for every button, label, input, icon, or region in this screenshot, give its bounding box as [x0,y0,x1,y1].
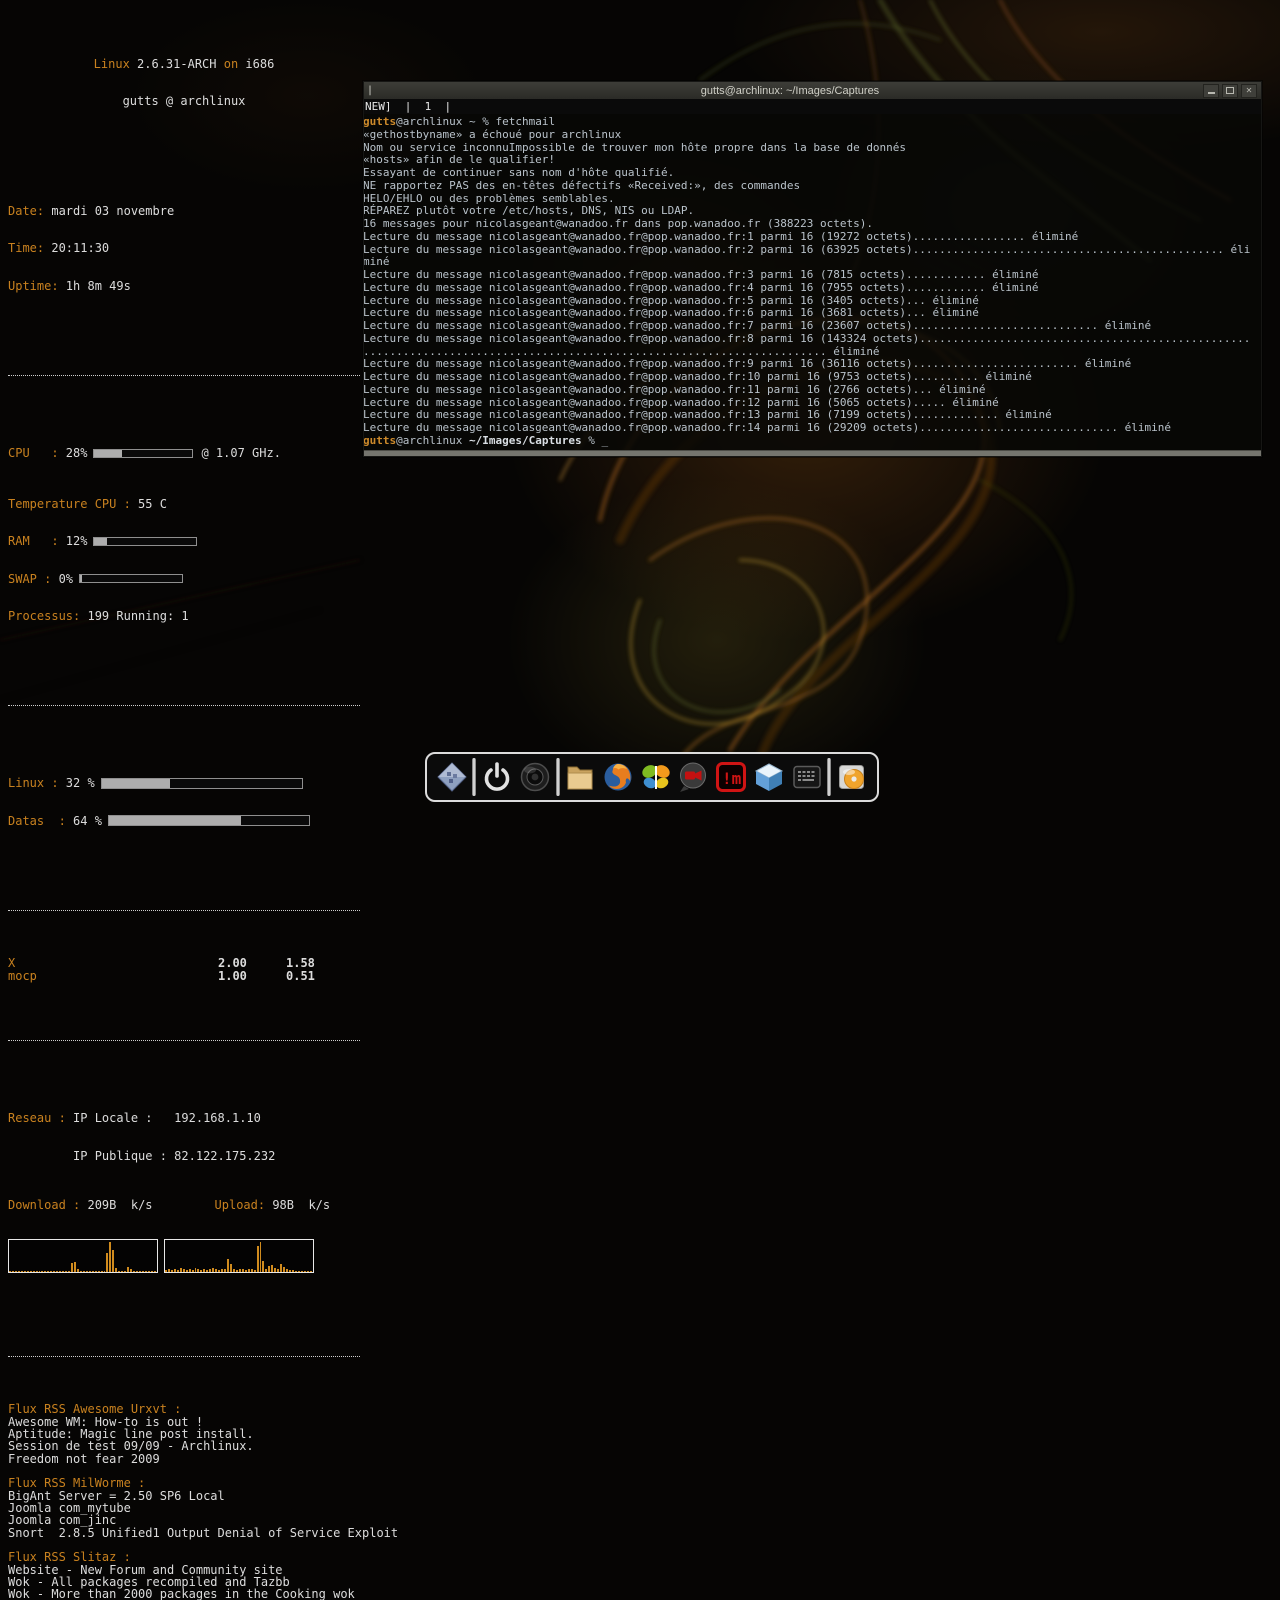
download-graph [8,1239,158,1273]
power-icon[interactable] [480,760,514,794]
cpu-bar [93,449,193,458]
terminal-window[interactable]: | gutts@archlinux: ~/Images/Captures ✕ N… [363,81,1262,457]
keyboard-terminal-icon[interactable] [790,760,824,794]
minimize-button[interactable] [1203,84,1219,98]
dock-separator-icon [472,758,476,796]
conky-header: Linux 2.6.31-ARCH on i686 gutts @ archli… [8,33,360,132]
download-rate: 209B [87,1198,116,1212]
download-label: Download : 209B k/s [8,1199,153,1211]
svg-text:!m: !m [722,769,742,788]
fs-linux-bar [101,778,303,789]
application-dock: !m [425,752,879,802]
user-host-line: gutts @ archlinux [8,95,360,107]
video-chat-icon[interactable] [676,760,710,794]
separator [8,375,360,376]
network-block: Reseau : IP Locale : 192.168.1.10 IP Pub… [8,1087,360,1297]
swap-bar [79,574,183,583]
ram-bar [93,537,197,546]
folder-icon[interactable] [563,760,597,794]
public-ip: IP Publique : 82.122.175.232 [8,1150,360,1162]
cd-burner-icon[interactable] [835,760,869,794]
fs-linux-value: 32 % [66,777,95,789]
volume-icon[interactable] [518,760,552,794]
terminal-output[interactable]: gutts@archlinux ~ % fetchmail«gethostbyn… [364,114,1261,450]
swap-value: 0% [59,573,73,585]
firefox-icon[interactable] [601,760,635,794]
dock-separator-icon [827,758,831,796]
time-value: 20:11:30 [51,241,109,255]
separator [8,910,360,911]
fs-datas-bar [108,815,310,826]
virtualbox-icon[interactable] [752,760,786,794]
top-table-row: mocp1.000.51 [8,970,360,982]
date-value: mardi 03 novembre [51,204,174,218]
cpu-temp-value: 55 C [138,497,167,511]
process-count: 199 Running: 1 [87,609,188,623]
conky-system-monitor: Linux 2.6.31-ARCH on i686 gutts @ archli… [8,8,360,1600]
upload-label: Upload: 98B k/s [215,1199,331,1211]
filesystem-block: Linux : 32 % Datas : 64 % [8,753,360,852]
kernel-line: Linux 2.6.31-ARCH on i686 [8,58,360,70]
cpu-value: 28% [66,447,88,459]
diamond-app-icon[interactable] [435,760,469,794]
terminal-tabbar[interactable]: NEW] | 1 | [364,99,1261,114]
rss-section: Flux RSS Awesome Urxvt :Awesome WM: How-… [8,1403,360,1465]
uptime-value: 1h 8m 49s [66,279,131,293]
ram-value: 12% [66,535,88,547]
maximize-button[interactable] [1222,84,1238,98]
cpu-freq: @ 1.07 GHz. [201,447,280,459]
conky-rss-sections: Flux RSS Awesome Urxvt :Awesome WM: How-… [8,1403,360,1600]
window-resize-handle[interactable] [364,450,1261,456]
window-menu-icon[interactable]: | [364,85,377,96]
fs-datas-value: 64 % [73,815,102,827]
msn-butterfly-icon[interactable] [639,760,673,794]
local-ip: IP Locale : 192.168.1.10 [73,1111,261,1125]
rss-section: Flux RSS Slitaz :Website - New Forum and… [8,1551,360,1600]
dock-separator-icon [556,758,560,796]
rss-section: Flux RSS MilWorme :BigAnt Server = 2.50 … [8,1477,360,1539]
separator [8,1356,360,1357]
window-title: gutts@archlinux: ~/Images/Captures [377,85,1203,97]
separator [8,1040,360,1041]
terminal-titlebar[interactable]: | gutts@archlinux: ~/Images/Captures ✕ [364,82,1261,99]
cpu-block: CPU : 28% @ 1.07 GHz. Temperature CPU : … [8,422,360,647]
upload-graph [164,1239,314,1273]
top-table-row: X2.001.58 [8,957,360,969]
separator [8,705,360,706]
im-red-icon[interactable]: !m [714,760,748,794]
close-button[interactable]: ✕ [1241,84,1257,98]
conky-top-table: X2.001.58mocp1.000.51 [8,957,360,982]
upload-rate: 98B [272,1198,294,1212]
datetime-block: Date: mardi 03 novembre Time: 20:11:30 U… [8,180,360,316]
